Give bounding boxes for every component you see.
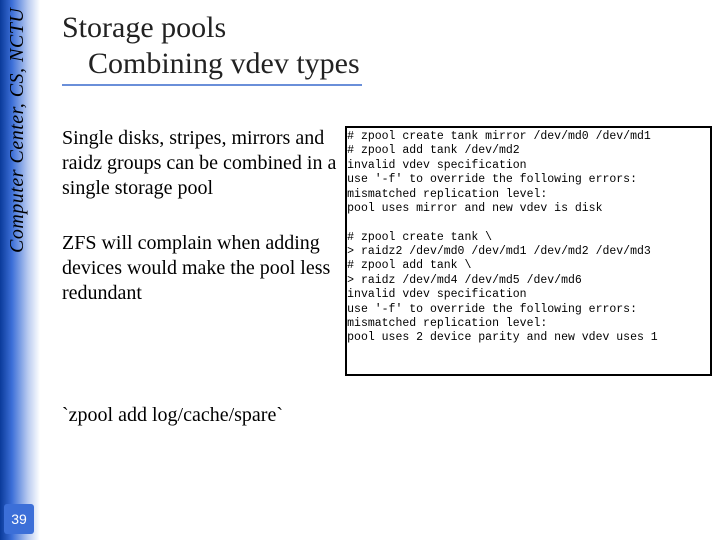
body-row: Single disks, stripes, mirrors and raidz… <box>62 126 712 376</box>
institution-label: Computer Center, CS, NCTU <box>6 8 29 358</box>
slide-content: Storage pools Combining vdev types Singl… <box>62 10 712 427</box>
footnote: `zpool add log/cache/spare` <box>62 404 712 427</box>
terminal-output: # zpool create tank mirror /dev/md0 /dev… <box>345 126 712 376</box>
page-number-badge: 39 <box>4 504 34 534</box>
body-text-column: Single disks, stripes, mirrors and raidz… <box>62 126 337 376</box>
paragraph-1: Single disks, stripes, mirrors and raidz… <box>62 126 337 201</box>
title-sub: Combining vdev types <box>62 46 362 86</box>
title-main: Storage pools <box>62 11 226 44</box>
paragraph-2: ZFS will complain when adding devices wo… <box>62 231 337 306</box>
slide-title: Storage pools Combining vdev types <box>62 10 712 86</box>
